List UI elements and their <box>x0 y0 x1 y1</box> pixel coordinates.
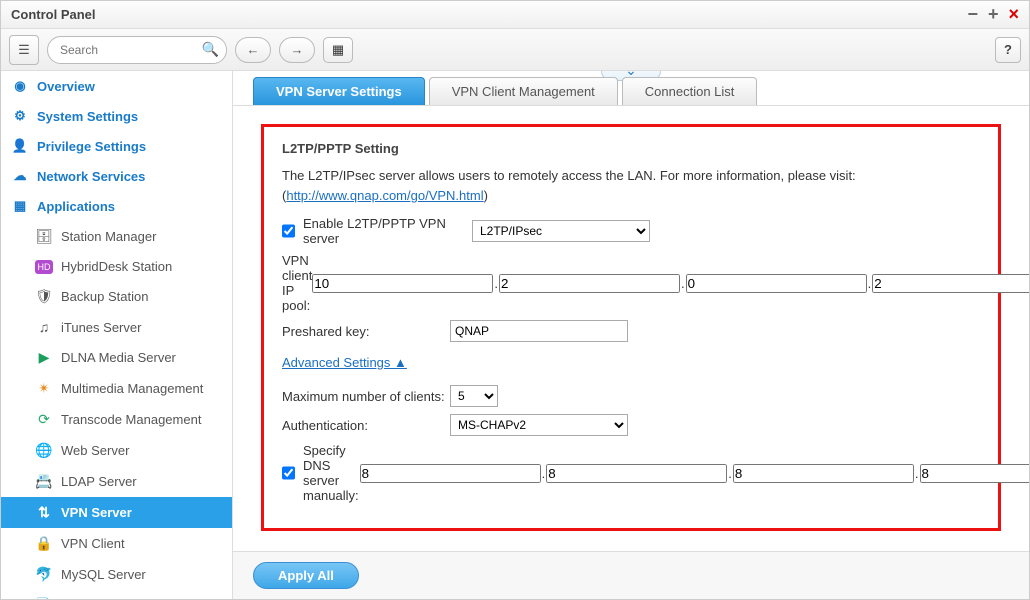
overview-icon: ◉ <box>11 78 29 94</box>
l2tp-title: L2TP/PPTP Setting <box>282 141 980 156</box>
content-area: L2TP/PPTP Setting The L2TP/IPsec server … <box>233 106 1029 551</box>
dns-label: Specify DNS server manually: <box>282 443 360 503</box>
minimize-icon[interactable]: − <box>967 4 978 25</box>
sidebar-cat-system[interactable]: ⚙System Settings <box>1 101 232 131</box>
sidebar-cat-privilege[interactable]: 👤Privilege Settings <box>1 131 232 161</box>
mysql-icon: 🐬 <box>35 566 53 583</box>
ldap-icon: 📇 <box>35 473 53 490</box>
help-button[interactable]: ? <box>995 37 1021 63</box>
tab-vpn-client-management[interactable]: VPN Client Management <box>429 77 618 105</box>
multimedia-icon: ✴ <box>35 380 53 397</box>
cloud-icon: ☁ <box>11 168 29 184</box>
sidebar-item-backup[interactable]: 🛡Backup Station <box>1 281 232 312</box>
search-icon: 🔍 <box>202 41 219 58</box>
hd-icon: HD <box>35 260 53 274</box>
sidebar-cat-network[interactable]: ☁Network Services <box>1 161 232 191</box>
psk-input[interactable] <box>450 320 628 342</box>
vpn-type-select[interactable]: L2TP/IPsec <box>472 220 650 242</box>
forward-button[interactable]: → <box>279 37 315 63</box>
pool-start-1[interactable] <box>312 274 493 293</box>
lock-icon: 🔒 <box>35 535 53 552</box>
user-icon: 👤 <box>11 138 29 154</box>
transcode-icon: ⟳ <box>35 411 53 428</box>
dns-1[interactable] <box>360 464 541 483</box>
pool-label: VPN client IP pool: <box>282 253 312 313</box>
dns-ip: . . . <box>360 464 1029 483</box>
l2tp-desc: The L2TP/IPsec server allows users to re… <box>282 166 980 206</box>
ip-pool-start: . . . <box>312 274 1029 293</box>
globe-icon: 🌐 <box>35 442 53 459</box>
auth-select[interactable]: MS-CHAPv2 <box>450 414 628 436</box>
backup-icon: 🛡 <box>35 288 53 305</box>
l2tp-section-highlight: L2TP/PPTP Setting The L2TP/IPsec server … <box>261 124 1001 531</box>
music-icon: ♫ <box>35 319 53 335</box>
sidebar-cat-applications[interactable]: ▦Applications <box>1 191 232 221</box>
tab-vpn-server-settings[interactable]: VPN Server Settings <box>253 77 425 105</box>
max-clients-label: Maximum number of clients: <box>282 389 450 404</box>
sidebar-item-syslog[interactable]: 📄Syslog Server <box>1 590 232 599</box>
sidebar-item-transcode[interactable]: ⟳Transcode Management <box>1 404 232 435</box>
l2tp-info-link[interactable]: http://www.qnap.com/go/VPN.html <box>286 188 483 203</box>
sidebar-cat-overview[interactable]: ◉Overview <box>1 71 232 101</box>
search-input-wrap: 🔍 <box>47 36 227 64</box>
apps-icon: ▦ <box>11 198 29 214</box>
sidebar-item-webserver[interactable]: 🌐Web Server <box>1 435 232 466</box>
pool-start-3[interactable] <box>686 274 867 293</box>
dns-manual-checkbox[interactable] <box>282 466 295 480</box>
maximize-icon[interactable]: + <box>988 4 999 25</box>
max-clients-select[interactable]: 5 <box>450 385 498 407</box>
tab-connection-list[interactable]: Connection List <box>622 77 758 105</box>
apply-all-button[interactable]: Apply All <box>253 562 359 589</box>
enable-l2tp-label: Enable L2TP/PPTP VPN server <box>282 216 472 246</box>
auth-label: Authentication: <box>282 418 450 433</box>
sidebar-item-mysql[interactable]: 🐬MySQL Server <box>1 559 232 590</box>
sidebar-item-hybriddesk[interactable]: HDHybridDesk Station <box>1 252 232 281</box>
psk-label: Preshared key: <box>282 324 450 339</box>
dlna-icon: ▶ <box>35 349 53 366</box>
station-icon: 🗄 <box>35 228 53 245</box>
sidebar-item-dlna[interactable]: ▶DLNA Media Server <box>1 342 232 373</box>
window-title: Control Panel <box>11 7 96 22</box>
advanced-settings-toggle[interactable]: Advanced Settings ▲ <box>282 355 407 370</box>
sidebar-item-itunes[interactable]: ♫iTunes Server <box>1 312 232 342</box>
dns-3[interactable] <box>733 464 914 483</box>
search-input[interactable] <box>47 36 227 64</box>
titlebar: Control Panel − + × <box>1 1 1029 29</box>
dns-2[interactable] <box>546 464 727 483</box>
sidebar-toggle-button[interactable]: ☰ <box>9 35 39 65</box>
sidebar-item-station-manager[interactable]: 🗄Station Manager <box>1 221 232 252</box>
sidebar-item-multimedia[interactable]: ✴Multimedia Management <box>1 373 232 404</box>
vpn-server-icon: ⇅ <box>35 504 53 521</box>
pool-start-4[interactable] <box>872 274 1029 293</box>
sidebar: ◉Overview ⚙System Settings 👤Privilege Se… <box>1 71 233 599</box>
dns-4[interactable] <box>920 464 1030 483</box>
tab-row: VPN Server Settings VPN Client Managemen… <box>233 77 1029 106</box>
apps-grid-button[interactable]: ▦ <box>323 37 353 63</box>
sidebar-item-ldap[interactable]: 📇LDAP Server <box>1 466 232 497</box>
syslog-icon: 📄 <box>35 597 53 599</box>
enable-l2tp-checkbox[interactable] <box>282 224 295 238</box>
gear-icon: ⚙ <box>11 108 29 124</box>
sidebar-item-vpn-client[interactable]: 🔒VPN Client <box>1 528 232 559</box>
pool-start-2[interactable] <box>499 274 680 293</box>
sidebar-item-vpn-server[interactable]: ⇅VPN Server <box>1 497 232 528</box>
toolbar: ☰ 🔍 ← → ▦ ? <box>1 29 1029 71</box>
back-button[interactable]: ← <box>235 37 271 63</box>
close-icon[interactable]: × <box>1008 4 1019 25</box>
footer: Apply All <box>233 551 1029 599</box>
